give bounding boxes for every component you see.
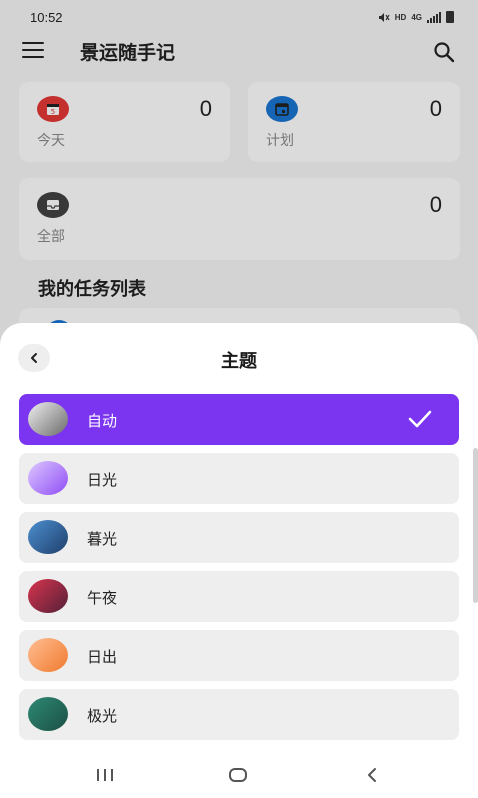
back-nav-icon[interactable] <box>360 764 384 786</box>
theme-sheet: 主题 自动 日光 暮光 午夜 日出 极光 <box>0 323 478 798</box>
theme-swatch <box>28 461 68 495</box>
theme-option-sunrise[interactable]: 日出 <box>19 630 459 681</box>
theme-swatch <box>28 579 68 613</box>
theme-label: 自动 <box>87 412 118 430</box>
theme-swatch <box>28 697 68 731</box>
check-icon <box>408 410 432 428</box>
theme-option-midnight[interactable]: 午夜 <box>19 571 459 622</box>
theme-label: 日光 <box>87 471 118 489</box>
theme-swatch <box>28 520 68 554</box>
theme-option-daylight[interactable]: 日光 <box>19 453 459 504</box>
theme-label: 日出 <box>87 648 118 666</box>
theme-swatch <box>28 402 68 436</box>
theme-option-auto[interactable]: 自动 <box>19 394 459 445</box>
home-icon[interactable] <box>226 764 250 786</box>
theme-swatch <box>28 638 68 672</box>
recents-icon[interactable] <box>93 764 117 786</box>
theme-label: 午夜 <box>87 589 118 607</box>
sheet-title: 主题 <box>221 351 257 372</box>
theme-option-aurora[interactable]: 极光 <box>19 689 459 740</box>
system-nav-bar <box>0 752 478 798</box>
theme-label: 极光 <box>87 707 118 725</box>
theme-label: 暮光 <box>87 530 118 548</box>
theme-option-dusk[interactable]: 暮光 <box>19 512 459 563</box>
scrollbar-thumb[interactable] <box>473 448 478 603</box>
